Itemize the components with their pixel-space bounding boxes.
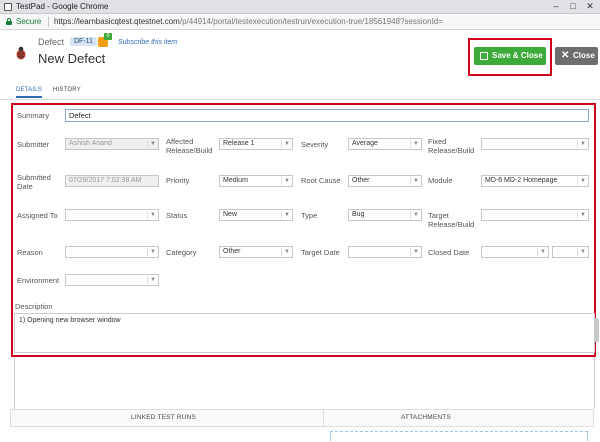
submitter-select: Ashish Anand ▼ bbox=[65, 138, 159, 150]
chevron-down-icon: ▼ bbox=[413, 178, 419, 184]
chevron-down-icon: ▼ bbox=[150, 212, 156, 218]
close-button[interactable]: ✕ Close bbox=[555, 47, 598, 65]
chevron-down-icon: ▼ bbox=[150, 141, 156, 147]
category-label: Category bbox=[166, 248, 197, 257]
tab-linked-test-runs[interactable]: LINKED TEST RUNS bbox=[131, 414, 196, 421]
category-select[interactable]: Other ▼ bbox=[219, 246, 293, 258]
summary-label: Summary bbox=[17, 111, 50, 120]
target-release-label: Target Release/Build bbox=[428, 211, 475, 229]
submitted-date-label: Submitted Date bbox=[17, 173, 51, 191]
page-title: New Defect bbox=[38, 51, 106, 66]
type-select[interactable]: Bug ▼ bbox=[348, 209, 422, 221]
chevron-down-icon: ▼ bbox=[284, 249, 290, 255]
chevron-down-icon: ▼ bbox=[580, 212, 586, 218]
type-label: Type bbox=[301, 211, 318, 220]
attachment-drop-zone[interactable] bbox=[330, 431, 588, 441]
app-icon bbox=[4, 3, 12, 11]
chevron-down-icon: ▼ bbox=[540, 249, 546, 255]
chevron-down-icon: ▼ bbox=[580, 249, 586, 255]
chevron-down-icon: ▼ bbox=[284, 212, 290, 218]
chevron-down-icon: ▼ bbox=[413, 141, 419, 147]
lock-icon bbox=[6, 18, 12, 25]
save-and-close-button[interactable]: Save & Close bbox=[474, 47, 546, 65]
priority-label: Priority bbox=[166, 176, 190, 185]
bottom-tab-bar: LINKED TEST RUNS ATTACHMENTS bbox=[10, 409, 594, 428]
secure-label: Secure bbox=[16, 17, 42, 26]
chevron-down-icon: ▼ bbox=[150, 249, 156, 255]
url-text[interactable]: https://learnbasicqtest.qtestnet.com/p/4… bbox=[54, 17, 443, 26]
root-cause-label: Root Cause bbox=[301, 176, 341, 185]
chevron-down-icon: ▼ bbox=[413, 212, 419, 218]
severity-label: Severity bbox=[301, 140, 329, 149]
submitter-label: Submitter bbox=[17, 140, 50, 149]
reason-label: Reason bbox=[17, 248, 43, 257]
closed-time-field[interactable]: ▼ bbox=[552, 246, 589, 258]
entity-type-label: Defect bbox=[38, 37, 65, 47]
status-select[interactable]: New ▼ bbox=[219, 209, 293, 221]
environment-select[interactable]: ▼ bbox=[65, 274, 159, 286]
target-date-label: Target Date bbox=[301, 248, 340, 257]
assigned-to-select[interactable]: ▼ bbox=[65, 209, 159, 221]
closed-date-field[interactable]: ▼ bbox=[481, 246, 549, 258]
address-bar[interactable]: Secure https://learnbasicqtest.qtestnet.… bbox=[0, 14, 600, 30]
reason-select[interactable]: ▼ bbox=[65, 246, 159, 258]
status-label: Status bbox=[166, 211, 188, 220]
target-date-field[interactable]: ▼ bbox=[348, 246, 422, 258]
rss-count-badge: 0 bbox=[104, 33, 112, 40]
save-icon bbox=[480, 52, 488, 60]
description-textarea[interactable]: 1) Opening new browser window bbox=[14, 313, 595, 353]
chevron-down-icon: ▼ bbox=[150, 277, 156, 283]
entity-id-badge[interactable]: DF-11 bbox=[70, 37, 97, 46]
fixed-release-select[interactable]: ▼ bbox=[481, 138, 589, 150]
environment-label: Environment bbox=[17, 276, 60, 285]
tab-bar: DETAILS HISTORY bbox=[0, 82, 600, 100]
close-icon: ✕ bbox=[561, 50, 570, 61]
affected-release-label: Affected Release/Build bbox=[166, 137, 213, 155]
chevron-down-icon: ▼ bbox=[413, 249, 419, 255]
priority-select[interactable]: Medium ▼ bbox=[219, 175, 293, 187]
tab-details[interactable]: DETAILS bbox=[16, 87, 42, 98]
tab-attachments[interactable]: ATTACHMENTS bbox=[401, 414, 451, 421]
target-release-select[interactable]: ▼ bbox=[481, 209, 589, 221]
closed-date-label: Closed Date bbox=[428, 248, 470, 257]
bug-icon bbox=[16, 46, 26, 60]
submitted-date-field: 07/29/2017 7:02:38 AM bbox=[65, 175, 159, 187]
severity-select[interactable]: Average ▼ bbox=[348, 138, 422, 150]
summary-input[interactable]: Defect bbox=[65, 109, 589, 122]
chevron-down-icon: ▼ bbox=[284, 178, 290, 184]
fixed-release-label: Fixed Release/Build bbox=[428, 137, 475, 155]
root-cause-select[interactable]: Other ▼ bbox=[348, 175, 422, 187]
scrollbar-thumb[interactable] bbox=[594, 318, 599, 342]
form-lower-area bbox=[14, 357, 595, 409]
affected-release-select[interactable]: Release 1 ▼ bbox=[219, 138, 293, 150]
assigned-to-label: Assigned To bbox=[17, 211, 58, 220]
description-label: Description bbox=[15, 302, 53, 311]
chevron-down-icon: ▼ bbox=[580, 178, 586, 184]
module-select[interactable]: MD-6 MD-2 Homepage ▼ bbox=[481, 175, 589, 187]
module-label: Module bbox=[428, 176, 453, 185]
chevron-down-icon: ▼ bbox=[284, 141, 290, 147]
window-close-icon[interactable]: ✕ bbox=[582, 1, 598, 12]
tab-history[interactable]: HISTORY bbox=[53, 87, 81, 93]
window-title: TestPad - Google Chrome bbox=[16, 2, 109, 11]
minimize-icon[interactable]: – bbox=[548, 1, 564, 12]
window-titlebar: TestPad - Google Chrome – □ ✕ bbox=[0, 0, 600, 14]
chevron-down-icon: ▼ bbox=[580, 141, 586, 147]
maximize-icon[interactable]: □ bbox=[565, 1, 581, 12]
subscribe-link[interactable]: Subscribe this item bbox=[118, 39, 177, 46]
